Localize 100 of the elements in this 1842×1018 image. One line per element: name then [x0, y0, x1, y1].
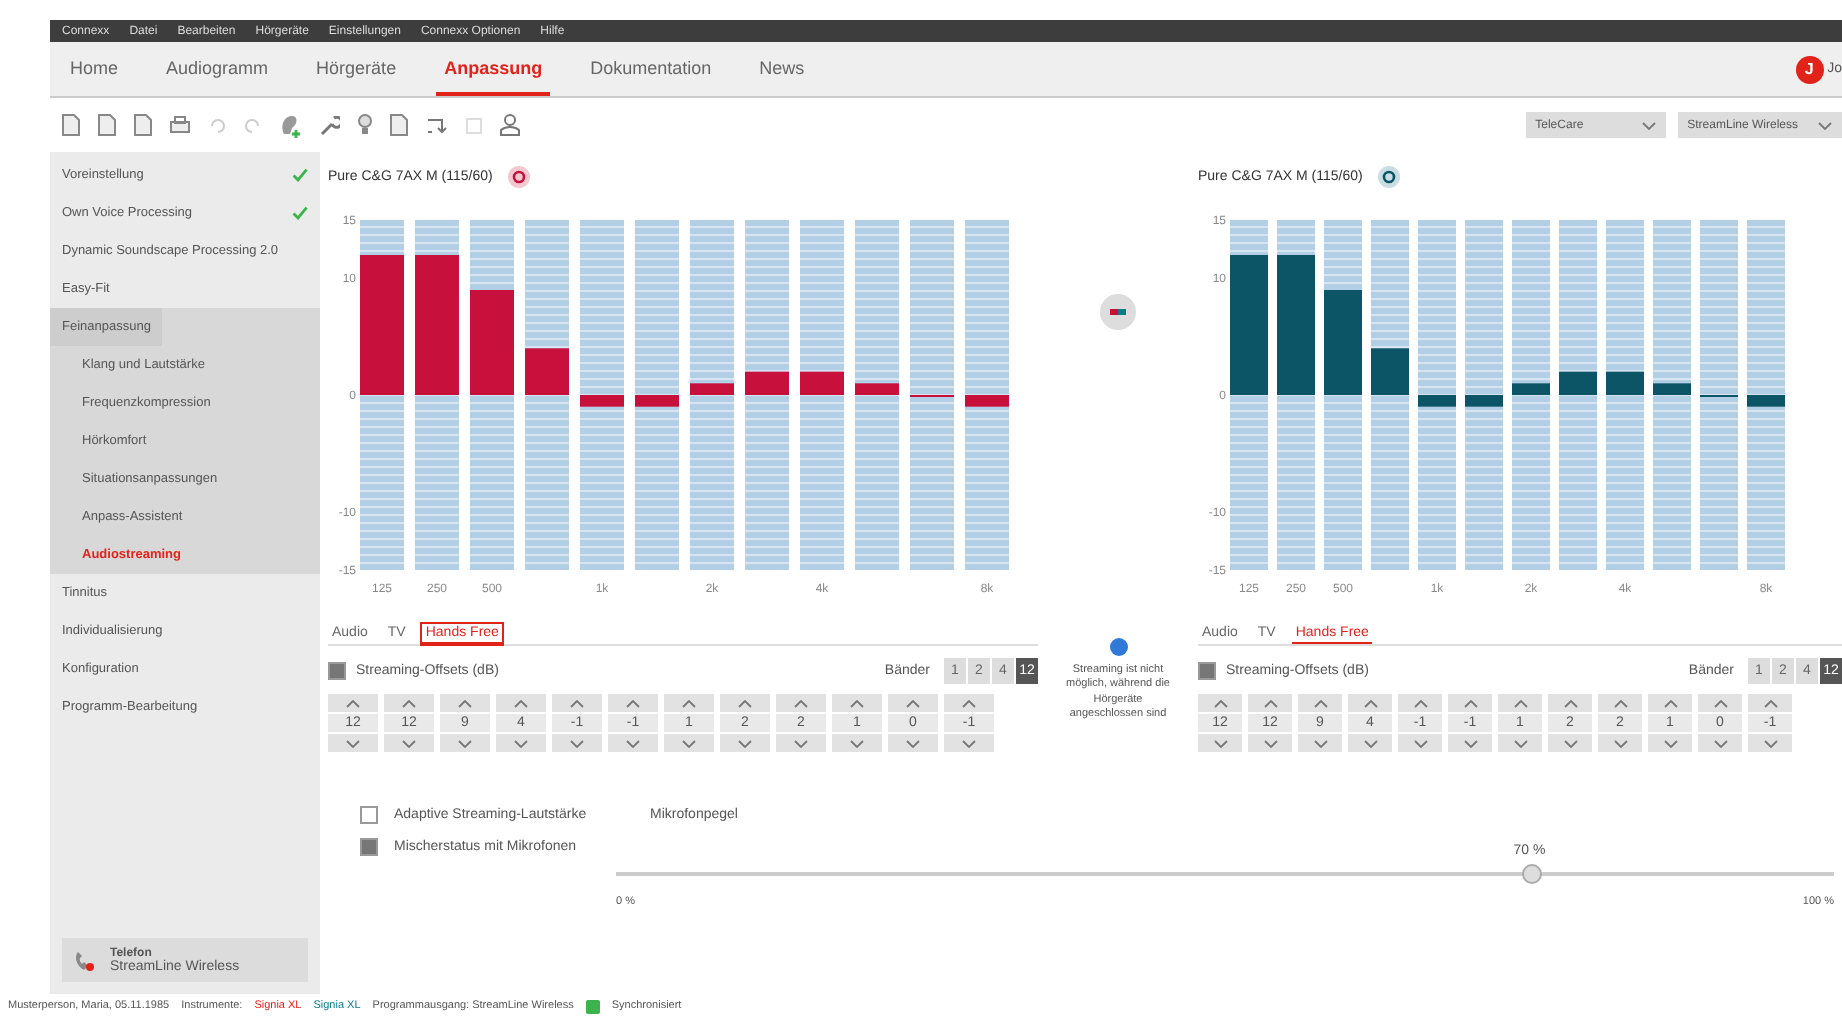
link-icon[interactable]	[1100, 294, 1136, 330]
chevron-down-icon	[962, 739, 976, 747]
decrease-button[interactable]	[888, 734, 938, 752]
chevron-up-icon	[1663, 699, 1677, 707]
increase-button[interactable]	[1498, 694, 1542, 712]
decrease-button[interactable]	[832, 734, 882, 752]
chevron-down-icon	[1818, 121, 1832, 129]
increase-button[interactable]	[1198, 694, 1242, 712]
decrease-button[interactable]	[1248, 734, 1292, 752]
checkbox[interactable]	[360, 805, 378, 823]
increase-button[interactable]	[1348, 694, 1392, 712]
checkbox[interactable]	[360, 837, 378, 855]
chevron-down-icon	[682, 739, 696, 747]
chevron-down-icon	[570, 739, 584, 747]
increase-button[interactable]	[776, 694, 826, 712]
checkbox[interactable]	[328, 661, 346, 679]
decrease-button[interactable]	[664, 734, 714, 752]
decrease-button[interactable]	[720, 734, 770, 752]
person-icon[interactable]	[500, 114, 520, 136]
increase-button[interactable]	[1548, 694, 1592, 712]
increase-button[interactable]	[1298, 694, 1342, 712]
chevron-down-icon	[1213, 739, 1227, 747]
decrease-button[interactable]	[944, 734, 994, 752]
nav-tab[interactable]: News	[751, 42, 813, 96]
decrease-button[interactable]	[1398, 734, 1442, 752]
decrease-button[interactable]	[552, 734, 602, 752]
slider-thumb[interactable]	[1521, 864, 1542, 884]
increase-button[interactable]	[440, 694, 490, 712]
increase-button[interactable]	[1398, 694, 1442, 712]
nav-tab[interactable]: Home	[62, 42, 127, 96]
decrease-button[interactable]	[1348, 734, 1392, 752]
square-icon[interactable]	[466, 117, 482, 133]
chevron-down-icon	[626, 739, 640, 747]
nav-tab[interactable]: Audiogramm	[158, 42, 277, 96]
chevron-up-icon	[514, 699, 528, 707]
increase-button[interactable]	[664, 694, 714, 712]
undo-icon[interactable]	[208, 117, 226, 133]
chevron-up-icon	[570, 699, 584, 707]
chevron-up-icon	[1613, 699, 1627, 707]
increase-button[interactable]	[1648, 694, 1692, 712]
increase-button[interactable]	[832, 694, 882, 712]
chevron-down-icon	[1313, 739, 1327, 747]
decrease-button[interactable]	[1448, 734, 1492, 752]
chevron-up-icon	[458, 699, 472, 707]
document-icon[interactable]	[134, 114, 152, 136]
print-icon[interactable]	[170, 115, 190, 135]
increase-button[interactable]	[1698, 694, 1742, 712]
hearing-aid-add-icon[interactable]	[280, 113, 302, 137]
chevron-down-icon	[1363, 739, 1377, 747]
decrease-button[interactable]	[776, 734, 826, 752]
nav-tab[interactable]: Anpassung	[436, 42, 551, 96]
document-icon[interactable]	[98, 114, 116, 136]
increase-button[interactable]	[552, 694, 602, 712]
chevron-up-icon	[962, 699, 976, 707]
increase-button[interactable]	[1748, 694, 1792, 712]
increase-button[interactable]	[496, 694, 546, 712]
increase-button[interactable]	[944, 694, 994, 712]
chevron-down-icon	[1663, 739, 1677, 747]
document-icon[interactable]	[390, 114, 408, 136]
chevron-up-icon	[738, 699, 752, 707]
chevron-up-icon	[1563, 699, 1577, 707]
wrench-icon[interactable]	[320, 115, 340, 135]
increase-button[interactable]	[1248, 694, 1292, 712]
chevron-down-icon	[1463, 739, 1477, 747]
increase-button[interactable]	[720, 694, 770, 712]
decrease-button[interactable]	[1598, 734, 1642, 752]
increase-button[interactable]	[1598, 694, 1642, 712]
redo-icon[interactable]	[244, 117, 262, 133]
increase-button[interactable]	[328, 694, 378, 712]
decrease-button[interactable]	[1498, 734, 1542, 752]
decrease-button[interactable]	[1298, 734, 1342, 752]
chevron-up-icon	[1763, 699, 1777, 707]
decrease-button[interactable]	[1748, 734, 1792, 752]
document-icon[interactable]	[62, 114, 80, 136]
checkmark-icon	[292, 168, 308, 182]
increase-button[interactable]	[608, 694, 658, 712]
decrease-button[interactable]	[440, 734, 490, 752]
decrease-button[interactable]	[496, 734, 546, 752]
increase-button[interactable]	[888, 694, 938, 712]
decrease-button[interactable]	[1648, 734, 1692, 752]
chevron-up-icon	[1313, 699, 1327, 707]
phone-icon	[74, 949, 94, 971]
transfer-icon[interactable]	[426, 115, 448, 135]
decrease-button[interactable]	[1198, 734, 1242, 752]
chevron-up-icon	[1713, 699, 1727, 707]
decrease-button[interactable]	[384, 734, 434, 752]
checkbox[interactable]	[1198, 661, 1216, 679]
nav-tab[interactable]: Hörgeräte	[308, 42, 405, 96]
chevron-up-icon	[1413, 699, 1427, 707]
decrease-button[interactable]	[1548, 734, 1592, 752]
user-avatar[interactable]: J	[1795, 55, 1824, 83]
chevron-down-icon	[402, 739, 416, 747]
decrease-button[interactable]	[608, 734, 658, 752]
increase-button[interactable]	[1448, 694, 1492, 712]
decrease-button[interactable]	[328, 734, 378, 752]
nav-tab[interactable]: Dokumentation	[582, 42, 720, 96]
lightbulb-icon[interactable]	[358, 114, 372, 136]
chevron-down-icon	[738, 739, 752, 747]
decrease-button[interactable]	[1698, 734, 1742, 752]
increase-button[interactable]	[384, 694, 434, 712]
